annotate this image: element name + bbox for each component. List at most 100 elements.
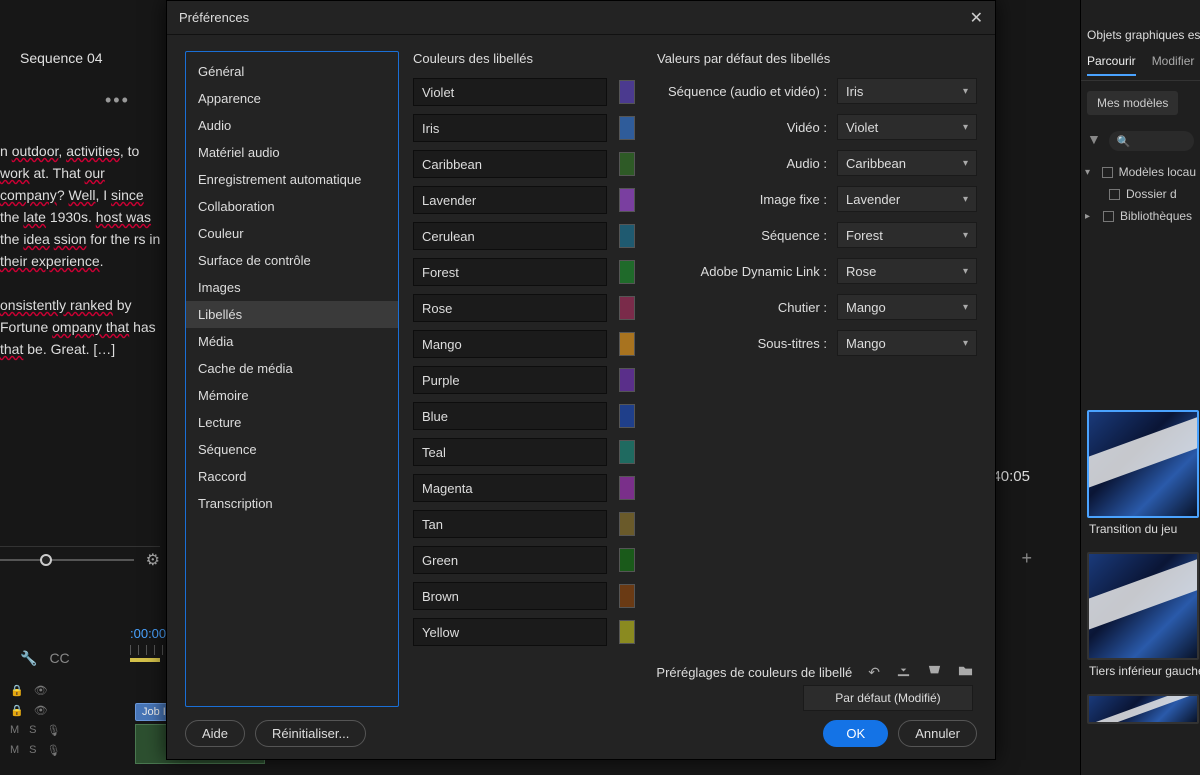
color-swatch[interactable] (619, 548, 635, 572)
color-swatch[interactable] (619, 296, 635, 320)
color-name-input[interactable] (413, 510, 607, 538)
chevron-right-icon: ▸ (1085, 211, 1097, 222)
sidebar-item-lecture[interactable]: Lecture (186, 409, 398, 436)
color-swatch[interactable] (619, 512, 635, 536)
sidebar-item-s-quence[interactable]: Séquence (186, 436, 398, 463)
color-name-input[interactable] (413, 330, 607, 358)
sidebar-item-surface-de-contr-le[interactable]: Surface de contrôle (186, 247, 398, 274)
default-select[interactable]: Lavender▾ (837, 186, 977, 212)
color-name-input[interactable] (413, 222, 607, 250)
undo-icon[interactable]: ↶ (868, 664, 880, 681)
color-swatch[interactable] (619, 440, 635, 464)
color-swatch[interactable] (619, 584, 635, 608)
search-input[interactable]: 🔍 (1109, 131, 1194, 151)
folder-icon[interactable] (958, 663, 973, 681)
default-select[interactable]: Mango▾ (837, 294, 977, 320)
color-row (413, 402, 635, 430)
color-swatch[interactable] (619, 404, 635, 428)
sequence-tab[interactable]: Sequence 04 (20, 50, 103, 66)
color-swatch[interactable] (619, 260, 635, 284)
sidebar-item-m-dia[interactable]: Média (186, 328, 398, 355)
color-name-input[interactable] (413, 474, 607, 502)
chevron-down-icon: ▾ (963, 338, 968, 349)
default-row: Séquence (audio et vidéo) : Iris▾ (657, 78, 977, 104)
template-card[interactable] (1087, 694, 1200, 724)
my-templates-button[interactable]: Mes modèles (1087, 91, 1178, 115)
default-label: Séquence (audio et vidéo) : (657, 84, 827, 99)
color-swatch[interactable] (619, 80, 635, 104)
import-icon[interactable] (896, 663, 911, 681)
sidebar-item-apparence[interactable]: Apparence (186, 85, 398, 112)
sidebar-item-g-n-ral[interactable]: Général (186, 58, 398, 85)
color-name-input[interactable] (413, 438, 607, 466)
color-row (413, 258, 635, 286)
color-name-input[interactable] (413, 366, 607, 394)
sidebar-item-cache-de-m-dia[interactable]: Cache de média (186, 355, 398, 382)
sidebar-item-images[interactable]: Images (186, 274, 398, 301)
help-button[interactable]: Aide (185, 720, 245, 747)
tab-edit[interactable]: Modifier (1152, 54, 1195, 76)
sidebar-item-m-moire[interactable]: Mémoire (186, 382, 398, 409)
color-name-input[interactable] (413, 114, 607, 142)
close-icon[interactable]: ✕ (970, 8, 983, 28)
sidebar-item-raccord[interactable]: Raccord (186, 463, 398, 490)
template-tree: ▾ Modèles locau Dossier d ▸ Bibliothèque… (1081, 157, 1200, 231)
default-select[interactable]: Forest▾ (837, 222, 977, 248)
tree-item-libraries[interactable]: ▸ Bibliothèques (1083, 205, 1198, 227)
label-defaults-heading: Valeurs par défaut des libellés (657, 51, 977, 66)
wrench-icon[interactable]: 🔧 (20, 650, 37, 667)
settings-icon[interactable]: ⚙ (146, 550, 160, 570)
color-name-input[interactable] (413, 618, 607, 646)
label-colors-heading: Couleurs des libellés (413, 51, 635, 66)
color-name-input[interactable] (413, 402, 607, 430)
reset-button[interactable]: Réinitialiser... (255, 720, 366, 747)
panel-menu-icon[interactable]: ••• (105, 90, 130, 111)
color-name-input[interactable] (413, 582, 607, 610)
sidebar-item-audio[interactable]: Audio (186, 112, 398, 139)
tab-browse[interactable]: Parcourir (1087, 54, 1136, 76)
color-swatch[interactable] (619, 368, 635, 392)
sidebar-item-collaboration[interactable]: Collaboration (186, 193, 398, 220)
filter-icon[interactable]: ▼ (1087, 131, 1101, 151)
color-swatch[interactable] (619, 152, 635, 176)
color-swatch[interactable] (619, 116, 635, 140)
ok-button[interactable]: OK (823, 720, 888, 747)
default-select[interactable]: Caribbean▾ (837, 150, 977, 176)
color-name-input[interactable] (413, 546, 607, 574)
color-swatch[interactable] (619, 620, 635, 644)
zoom-slider[interactable]: ⚙ (0, 546, 160, 566)
color-name-input[interactable] (413, 294, 607, 322)
template-card[interactable]: Transition du jeu (1087, 410, 1200, 540)
default-label: Audio : (657, 156, 827, 171)
default-select[interactable]: Rose▾ (837, 258, 977, 284)
color-row (413, 510, 635, 538)
color-swatch[interactable] (619, 224, 635, 248)
color-swatch[interactable] (619, 188, 635, 212)
color-name-input[interactable] (413, 150, 607, 178)
sidebar-item-couleur[interactable]: Couleur (186, 220, 398, 247)
preset-dropdown[interactable]: Par défaut (Modifié) (803, 685, 973, 711)
cancel-button[interactable]: Annuler (898, 720, 977, 747)
sidebar-item-transcription[interactable]: Transcription (186, 490, 398, 517)
timecode[interactable]: :00:00 (130, 626, 166, 641)
color-name-input[interactable] (413, 78, 607, 106)
sidebar-item-enregistrement-automatique[interactable]: Enregistrement automatique (186, 166, 398, 193)
template-card[interactable]: Tiers inférieur gauche (1087, 552, 1200, 682)
program-timecode: 40:05 (992, 468, 1030, 485)
add-button-icon[interactable]: + (1021, 548, 1032, 569)
default-select[interactable]: Iris▾ (837, 78, 977, 104)
color-swatch[interactable] (619, 332, 635, 356)
cc-icon[interactable]: CC (49, 650, 69, 667)
tree-item-local[interactable]: ▾ Modèles locau (1083, 161, 1198, 183)
default-select[interactable]: Violet▾ (837, 114, 977, 140)
tree-item-folder[interactable]: Dossier d (1083, 183, 1198, 205)
color-name-input[interactable] (413, 186, 607, 214)
color-swatch[interactable] (619, 476, 635, 500)
sidebar-item-libell-s[interactable]: Libellés (186, 301, 398, 328)
color-name-input[interactable] (413, 258, 607, 286)
color-row (413, 330, 635, 358)
default-select[interactable]: Mango▾ (837, 330, 977, 356)
sidebar-item-mat-riel-audio[interactable]: Matériel audio (186, 139, 398, 166)
export-icon[interactable] (927, 663, 942, 681)
color-row (413, 186, 635, 214)
